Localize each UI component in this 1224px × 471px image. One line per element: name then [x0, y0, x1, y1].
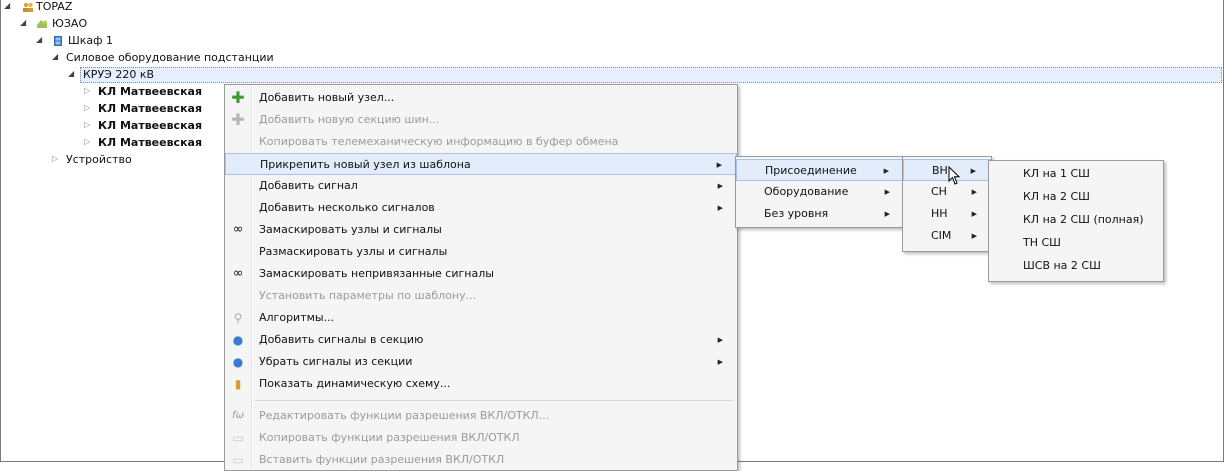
expand-arrow-icon[interactable]: ◢ [68, 69, 74, 78]
submenu-item-sn[interactable]: СН ▶ [903, 181, 991, 203]
expand-arrow-icon[interactable]: ◢ [4, 1, 10, 10]
tree-node-child[interactable]: КЛ Матвеевская [98, 102, 202, 116]
menu-item-remove-signals-section[interactable]: ● Убрать сигналы из секции ▶ [225, 351, 737, 373]
menu-item-add-node[interactable]: ✚ Добавить новый узел... [225, 87, 737, 109]
submenu-item-shsv-2sh[interactable]: ШСВ на 2 СШ [989, 255, 1163, 277]
submenu-item-equipment[interactable]: Оборудование ▶ [736, 181, 904, 203]
submenu-item-vn[interactable]: ВН ▶ [903, 159, 991, 181]
submenu-arrow-icon: ▶ [717, 336, 723, 344]
collapsed-arrow-icon[interactable]: ▷ [84, 120, 90, 129]
paste-icon: ▭ [232, 453, 244, 467]
menu-item-set-params-template[interactable]: Установить параметры по шаблону... [225, 285, 737, 307]
menu-separator [255, 400, 733, 401]
copy-icon: ▭ [232, 431, 244, 445]
scheme-icon: ▮ [234, 377, 242, 391]
submenu-arrow-icon: ▶ [716, 161, 722, 169]
plus-gray-icon: ✚ [231, 110, 245, 129]
mask-icon: ∞ [232, 222, 244, 237]
menu-item-add-bus-section[interactable]: ✚ Добавить новую секцию шин... [225, 109, 737, 131]
menu-item-mask-nodes[interactable]: ∞ Замаскировать узлы и сигналы [225, 219, 737, 241]
submenu-arrow-icon: ▶ [971, 232, 977, 240]
tree-node-child[interactable]: КЛ Матвеевская [98, 85, 202, 99]
submenu-arrow-icon: ▶ [971, 210, 977, 218]
function-icon: fω [232, 410, 244, 421]
tree-node-root[interactable]: TOPAZ [36, 0, 72, 14]
submenu-arrow-icon: ▶ [717, 182, 723, 190]
submenu-arrow-icon: ▶ [884, 210, 890, 218]
menu-item-unmask-nodes[interactable]: Размаскировать узлы и сигналы [225, 241, 737, 263]
collapsed-arrow-icon[interactable]: ▷ [84, 137, 90, 146]
level-submenu: ВН ▶ СН ▶ НН ▶ CIM ▶ [902, 156, 992, 252]
cabinet-icon [54, 36, 62, 46]
template-submenu: Присоединение ▶ Оборудование ▶ Без уровн… [735, 156, 905, 228]
submenu-item-kl-2sh[interactable]: КЛ на 2 СШ [989, 186, 1163, 208]
plus-green-icon: ✚ [231, 88, 245, 107]
submenu-item-connection[interactable]: Присоединение ▶ [736, 159, 904, 181]
menu-item-copy-telemechanics[interactable]: Копировать телемеханическую информацию в… [225, 131, 737, 153]
expand-arrow-icon[interactable]: ◢ [36, 35, 42, 44]
tree-node-child[interactable]: КЛ Матвеевская [98, 136, 202, 150]
menu-item-algorithms[interactable]: ⚲ Алгоритмы... [225, 307, 737, 329]
tree-node-group[interactable]: Силовое оборудование подстанции [66, 51, 274, 65]
submenu-item-kl-2sh-full[interactable]: КЛ на 2 СШ (полная) [989, 209, 1163, 231]
submenu-arrow-icon: ▶ [883, 167, 889, 175]
menu-item-add-signals-section[interactable]: ● Добавить сигналы в секцию ▶ [225, 329, 737, 351]
submenu-item-nn[interactable]: НН ▶ [903, 203, 991, 225]
signals-add-icon: ● [232, 333, 244, 347]
submenu-arrow-icon: ▶ [971, 188, 977, 196]
vn-submenu: КЛ на 1 СШ КЛ на 2 СШ КЛ на 2 СШ (полная… [988, 160, 1164, 282]
submenu-arrow-icon: ▶ [884, 188, 890, 196]
expand-arrow-icon[interactable]: ◢ [20, 18, 26, 27]
people-icon [23, 2, 33, 12]
menu-item-copy-functions[interactable]: ▭ Копировать функции разрешения ВКЛ/ОТКЛ [225, 427, 737, 449]
tree-node-selected-label: КРУЭ 220 кВ [83, 68, 155, 81]
submenu-item-cim[interactable]: CIM ▶ [903, 225, 991, 247]
tree-node-selected[interactable]: КРУЭ 220 кВ [80, 67, 1222, 83]
menu-item-attach-from-template[interactable]: Прикрепить новый узел из шаблона ▶ [225, 153, 737, 175]
tree-node-device[interactable]: Устройство [66, 153, 132, 167]
tree-node-cabinet[interactable]: Шкаф 1 [68, 34, 113, 48]
context-menu: ✚ Добавить новый узел... ✚ Добавить нову… [224, 84, 738, 471]
region-icon [37, 20, 47, 28]
submenu-item-no-level[interactable]: Без уровня ▶ [736, 203, 904, 225]
menu-item-paste-functions[interactable]: ▭ Вставить функции разрешения ВКЛ/ОТКЛ [225, 449, 737, 471]
collapsed-arrow-icon[interactable]: ▷ [84, 86, 90, 95]
mask-icon: ∞ [232, 266, 244, 281]
expand-arrow-icon[interactable]: ◢ [52, 52, 58, 61]
signals-remove-icon: ● [232, 355, 244, 369]
submenu-arrow-icon: ▶ [970, 167, 976, 175]
algorithm-icon: ⚲ [233, 311, 243, 325]
menu-item-edit-functions[interactable]: fω Редактировать функции разрешения ВКЛ/… [225, 405, 737, 427]
submenu-item-tn-sh[interactable]: ТН СШ [989, 232, 1163, 254]
mouse-pointer-icon [948, 166, 961, 185]
tree-node-child[interactable]: КЛ Матвеевская [98, 119, 202, 133]
tree-node-region[interactable]: ЮЗАО [52, 17, 87, 31]
collapsed-arrow-icon[interactable]: ▷ [52, 154, 58, 163]
submenu-arrow-icon: ▶ [717, 204, 723, 212]
submenu-item-kl-1sh[interactable]: КЛ на 1 СШ [989, 163, 1163, 185]
submenu-arrow-icon: ▶ [717, 358, 723, 366]
menu-item-mask-unbound[interactable]: ∞ Замаскировать непривязанные сигналы [225, 263, 737, 285]
menu-item-show-dynamic-scheme[interactable]: ▮ Показать динамическую схему... [225, 373, 737, 395]
menu-item-add-multiple-signals[interactable]: Добавить несколько сигналов ▶ [225, 197, 737, 219]
collapsed-arrow-icon[interactable]: ▷ [84, 103, 90, 112]
menu-item-add-signal[interactable]: Добавить сигнал ▶ [225, 175, 737, 197]
